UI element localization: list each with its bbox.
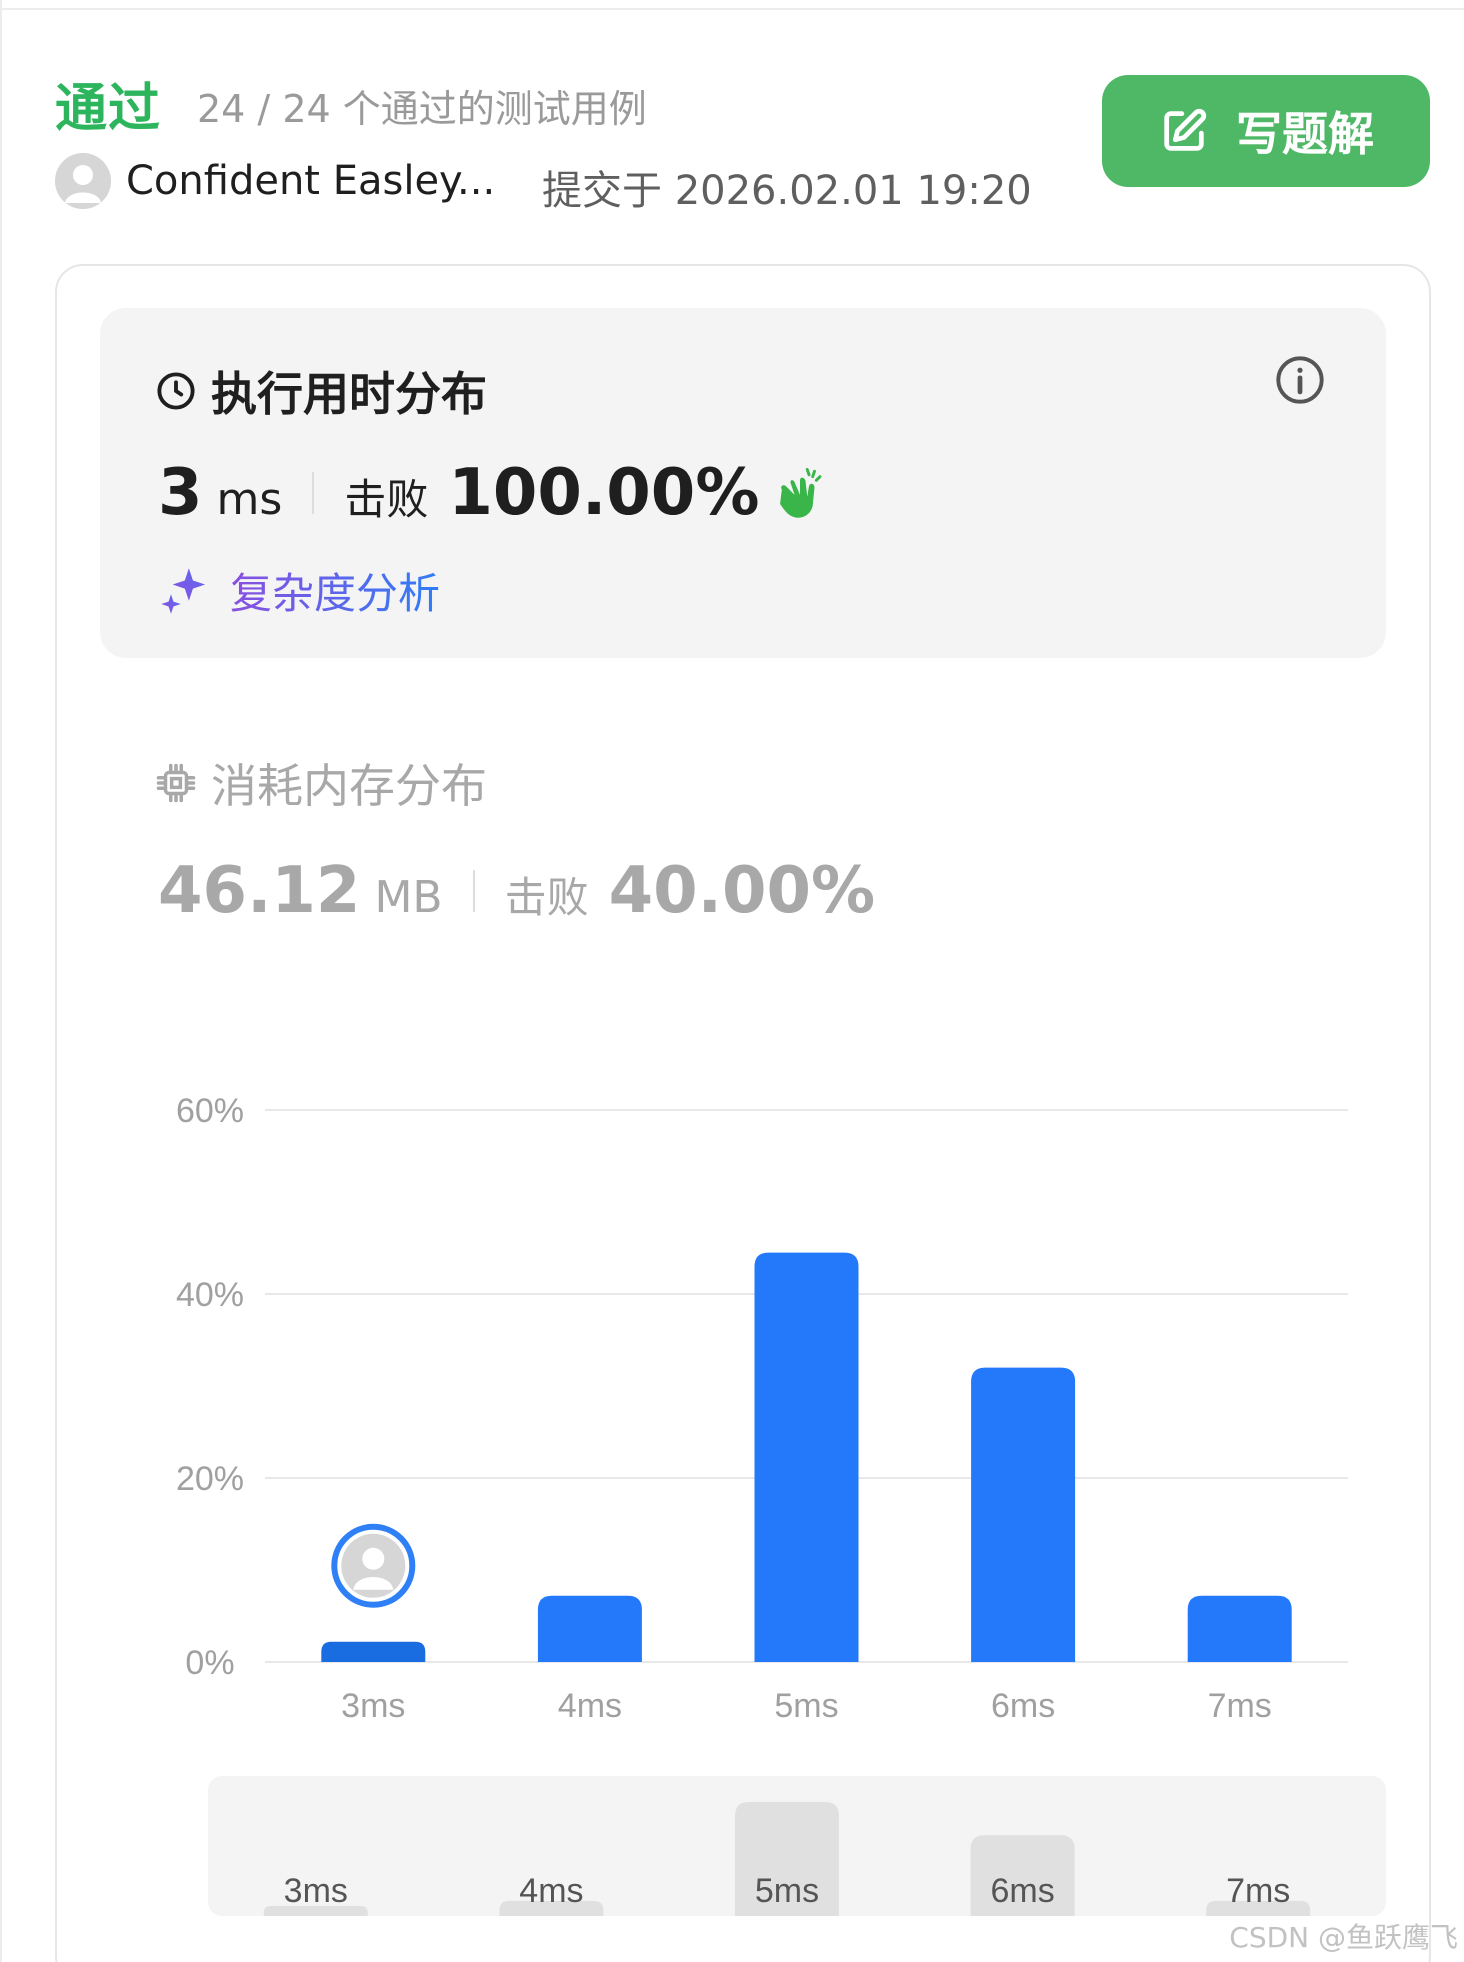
x-tick-label: 5ms xyxy=(774,1687,838,1720)
complexity-analysis-link[interactable]: 复杂度分析 xyxy=(158,560,440,621)
y-tick-label: 0% xyxy=(185,1644,234,1682)
write-solution-button[interactable]: 写题解 xyxy=(1102,75,1430,187)
sparkle-icon xyxy=(161,567,206,614)
overview-tick-label: 5ms xyxy=(755,1872,819,1910)
overview-tick-label: 7ms xyxy=(1226,1872,1290,1910)
info-icon[interactable] xyxy=(1274,354,1326,406)
testcases-summary: 24 / 24 个通过的测试用例 xyxy=(197,87,647,131)
runtime-beat-value: 100.00% xyxy=(448,456,760,530)
runtime-unit: ms xyxy=(216,474,283,525)
bar-7ms[interactable] xyxy=(1187,1595,1292,1662)
submission-status: 通过 xyxy=(55,79,162,139)
overview-tick-label: 3ms xyxy=(284,1872,348,1910)
x-tick-label: 4ms xyxy=(558,1687,622,1720)
metric-separator xyxy=(312,472,315,514)
username[interactable]: Confident Easley... xyxy=(126,158,495,204)
user-avatar[interactable] xyxy=(55,153,111,209)
memory-beat-value: 40.00% xyxy=(608,854,876,928)
y-tick-label: 20% xyxy=(176,1460,244,1498)
chip-icon xyxy=(156,763,196,803)
runtime-value: 3 xyxy=(158,456,203,530)
bar-5ms[interactable] xyxy=(754,1252,859,1662)
metric-separator xyxy=(472,870,475,912)
bar-6ms[interactable] xyxy=(971,1367,1076,1662)
x-tick-label: 7ms xyxy=(1208,1687,1272,1720)
runtime-title: 执行用时分布 xyxy=(155,358,487,424)
distribution-overview-slider[interactable]: 3ms 4ms 5ms 6ms 7ms xyxy=(208,1776,1386,1916)
clock-icon xyxy=(157,372,195,410)
runtime-title-text: 执行用时分布 xyxy=(211,367,487,421)
memory-title[interactable]: 消耗内存分布 xyxy=(155,750,487,816)
x-tick-label: 6ms xyxy=(991,1687,1055,1720)
clapping-hands-icon xyxy=(780,467,822,518)
memory-metric: 46.12 MB 击败 40.00% xyxy=(158,854,875,928)
runtime-beat-label: 击败 xyxy=(344,475,429,524)
watermark: CSDN @鱼跃鹰飞 xyxy=(1229,1921,1458,1954)
runtime-metric: 3 ms 击败 100.00% xyxy=(158,456,829,530)
top-divider xyxy=(0,8,1464,10)
memory-value: 46.12 xyxy=(158,854,361,928)
bar-3ms[interactable] xyxy=(321,1641,426,1662)
memory-unit: MB xyxy=(374,872,443,923)
runtime-distribution-chart[interactable]: 0% 20% 40% 60% 3ms 4ms 5ms 6ms 7ms xyxy=(120,1080,1380,1720)
write-solution-label: 写题解 xyxy=(1236,107,1374,161)
overview-tick-label: 4ms xyxy=(519,1872,583,1910)
complexity-analysis-label: 复杂度分析 xyxy=(230,560,440,621)
overview-tick-label: 6ms xyxy=(990,1872,1054,1910)
user-avatar-icon xyxy=(55,153,111,209)
y-tick-label: 60% xyxy=(176,1092,244,1130)
marker-avatar-head xyxy=(362,1547,385,1570)
submitted-time: 提交于 2026.02.01 19:20 xyxy=(542,168,1032,214)
x-tick-label: 3ms xyxy=(341,1687,405,1720)
y-tick-label: 40% xyxy=(176,1276,244,1314)
memory-title-text: 消耗内存分布 xyxy=(211,759,487,813)
edit-icon xyxy=(1164,108,1207,151)
memory-beat-label: 击败 xyxy=(504,873,589,922)
bar-4ms[interactable] xyxy=(537,1595,642,1662)
